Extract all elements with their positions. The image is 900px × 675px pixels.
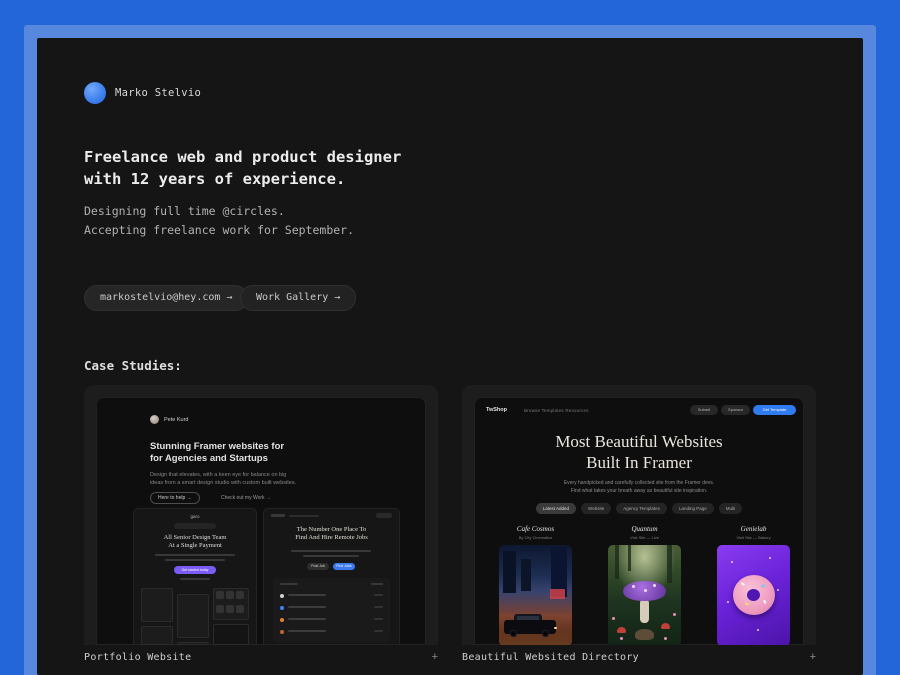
mini-desc-line-1: Every handpicked and carefully collected… — [474, 479, 804, 487]
filter-pill: Latest Added — [536, 503, 576, 514]
main-panel: Marko Stelvio Freelance web and product … — [37, 38, 863, 675]
text-bar — [180, 578, 210, 580]
mini-get-template-button: Get Template — [753, 405, 796, 415]
mini-avatar — [150, 415, 159, 424]
headline-line-2: with 12 years of experience. — [84, 168, 401, 190]
poster-subtitle: Visit Site — Live — [608, 535, 681, 540]
mini-author-name: Pete Kurd — [164, 417, 188, 423]
status-line-2: Accepting freelance work for September. — [84, 221, 354, 240]
expand-directory-button[interactable]: + — [810, 651, 816, 663]
poster-title: Cafe Cosmos — [499, 525, 572, 533]
email-button[interactable]: markostelvio@hey.com → — [84, 285, 248, 311]
sub-screenshot-remote-jobs: The Number One Place To Find And Hire Re… — [263, 508, 400, 645]
mini-title-line-2: Built In Framer — [474, 452, 804, 473]
sub-screenshot-design-team: garo All Senior Design Team At a Single … — [133, 508, 257, 645]
poster-image-donut — [717, 545, 790, 645]
poster-image-city-night — [499, 545, 572, 645]
sub-heading-line-2: Find And Hire Remote Jobs — [263, 534, 400, 542]
sub-blue-button: Find Jobs — [333, 563, 355, 570]
mini-heading-line-1: Stunning Framer websites for — [150, 441, 284, 453]
headline: Freelance web and product designer with … — [84, 146, 401, 190]
poster-title: Quantum — [608, 525, 681, 533]
thumbnail — [213, 624, 249, 645]
sub-heading: All Senior Design Team At a Single Payme… — [133, 534, 257, 550]
portfolio-screenshot: Pete Kurd Stunning Framer websites for f… — [96, 397, 426, 645]
icon-grid-thumbnail — [213, 588, 249, 620]
poster-genielab: Genielab Visit Site — Bakery — [717, 525, 790, 645]
sub-dark-button: Post Job — [307, 563, 329, 570]
sub-heading-line-2: At a Single Payment — [133, 542, 257, 550]
sub-heading: The Number One Place To Find And Hire Re… — [263, 526, 400, 542]
mini-heading-line-2: for Agencies and Startups — [150, 453, 284, 465]
nav-bar — [271, 514, 285, 517]
text-bar — [371, 583, 383, 585]
filter-pill: Landing Page — [672, 503, 714, 514]
list-item — [280, 628, 383, 635]
text-bar — [155, 554, 235, 556]
list-item — [280, 604, 383, 611]
thumbnail — [141, 626, 173, 645]
mini-sponsor-button: Sponsor — [721, 405, 750, 415]
section-title: Case Studies: — [84, 358, 182, 373]
headline-line-1: Freelance web and product designer — [84, 146, 401, 168]
thumbnail — [177, 594, 209, 638]
sub-tag-pill — [174, 523, 216, 529]
poster-title: Genielab — [717, 525, 790, 533]
poster-quantum: Quantum Visit Site — Live — [608, 525, 681, 645]
mini-cta-pill: Here to help → — [150, 492, 200, 504]
mini-title: Most Beautiful Websites Built In Framer — [474, 431, 804, 473]
mini-title-line-1: Most Beautiful Websites — [474, 431, 804, 452]
profile-name: Marko Stelvio — [115, 87, 201, 99]
text-bar — [291, 550, 371, 552]
avatar — [84, 82, 106, 104]
sub-heading-line-1: All Senior Design Team — [133, 534, 257, 542]
mini-heading: Stunning Framer websites for for Agencie… — [150, 441, 284, 465]
text-bar — [165, 559, 225, 561]
caption-directory: Beautiful Websited Directory — [462, 652, 639, 663]
screen: Marko Stelvio Freelance web and product … — [0, 0, 900, 675]
mini-logo: TwShop — [486, 407, 507, 413]
text-bar — [280, 583, 298, 585]
caption-row-directory: Beautiful Websited Directory + — [462, 651, 816, 663]
caption-row-portfolio: Portfolio Website + — [84, 651, 438, 663]
text-bar — [303, 555, 359, 557]
status-text: Designing full time @circles. Accepting … — [84, 202, 354, 240]
sub-purple-button: Get started today — [174, 566, 216, 574]
mini-description: Design that elevates, with a keen eye fo… — [150, 471, 296, 487]
mini-description: Every handpicked and carefully collected… — [474, 479, 804, 495]
sub-list-panel — [273, 578, 390, 642]
case-card-directory[interactable]: TwShop Browse Templates Resources Submit… — [462, 385, 816, 645]
nav-button — [376, 513, 392, 518]
thumbnail — [177, 642, 209, 645]
work-gallery-button[interactable]: Work Gallery → — [240, 285, 356, 311]
list-item — [280, 616, 383, 623]
filter-pill: Website — [581, 503, 611, 514]
case-card-portfolio[interactable]: Pete Kurd Stunning Framer websites for f… — [84, 385, 438, 645]
mini-desc-line-2: ideas from a smart design studio with cu… — [150, 479, 296, 487]
poster-cafe-cosmos: Cafe Cosmos By City Cinematics — [499, 525, 572, 645]
poster-subtitle: By City Cinematics — [499, 535, 572, 540]
caption-portfolio-website: Portfolio Website — [84, 652, 191, 663]
nav-bar — [289, 515, 319, 517]
mini-filter-row: Latest Added Website Agency Templates La… — [474, 503, 804, 514]
mini-submit-button: Submit — [690, 405, 718, 415]
sub-brand: garo — [133, 514, 257, 519]
thumbnail — [141, 588, 173, 622]
poster-subtitle: Visit Site — Bakery — [717, 535, 790, 540]
directory-screenshot: TwShop Browse Templates Resources Submit… — [474, 397, 804, 645]
mini-cta-link: Check out my Work → — [221, 495, 271, 501]
status-line-1: Designing full time @circles. — [84, 202, 354, 221]
filter-pill: Agency Templates — [616, 503, 667, 514]
mini-nav-links: Browse Templates Resources — [524, 408, 589, 413]
filter-pill: Multi — [719, 503, 743, 514]
poster-image-mushroom-forest — [608, 545, 681, 645]
mini-desc-line-1: Design that elevates, with a keen eye fo… — [150, 471, 296, 479]
mini-desc-line-2: Find what takes your breath away as beau… — [474, 487, 804, 495]
sub-heading-line-1: The Number One Place To — [263, 526, 400, 534]
expand-portfolio-button[interactable]: + — [432, 651, 438, 663]
list-item — [280, 592, 383, 599]
